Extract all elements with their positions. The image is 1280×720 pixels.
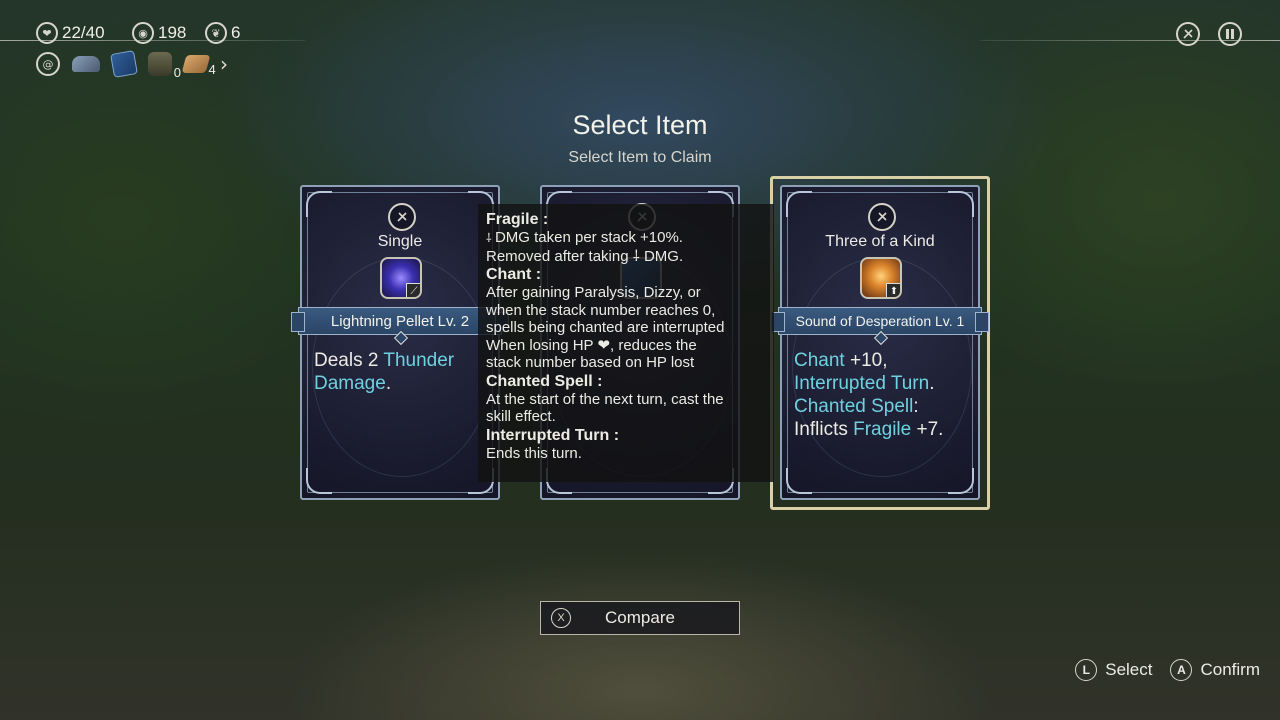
upgrade-arrow-icon: ⬆ <box>886 283 900 297</box>
item-card-1[interactable]: Single ⟋ Lightning Pellet Lv. 2 Deals 2 … <box>291 185 509 500</box>
heart-icon: ❤ <box>36 22 58 44</box>
x-button-icon: X <box>551 608 571 628</box>
card-type: Single <box>377 233 423 250</box>
pause-button[interactable] <box>1218 22 1242 46</box>
page-title: Select Item <box>572 110 708 140</box>
potion-icon[interactable]: 0 <box>148 52 181 80</box>
card-name: Sound of Desperation Lv. 1 <box>795 313 965 329</box>
wand-small-icon: ⸸ <box>486 231 495 245</box>
confirm-prompt-label[interactable]: Confirm <box>1200 660 1260 680</box>
leaf-icon: ❦ <box>205 22 227 44</box>
gold-value: 198 <box>158 23 187 42</box>
tooltip-term: Fragile : <box>486 211 549 228</box>
a-button-icon: A <box>1170 659 1193 681</box>
spellbook-icon[interactable] <box>110 50 138 78</box>
leaf-stat: ❦ 6 <box>205 22 240 44</box>
plank-count: 4 <box>208 62 216 77</box>
pause-icon <box>1226 29 1234 39</box>
page-subtitle: Select Item to Claim <box>568 149 712 166</box>
card-category-icon <box>868 203 896 231</box>
tooltip-term: Chanted Spell : <box>486 372 603 390</box>
compare-label: Compare <box>605 608 675 627</box>
hp-value: 22/40 <box>62 23 105 42</box>
relic-bar: @ 0 4 › <box>36 50 228 80</box>
lightning-orb-icon: ⟋ <box>380 257 422 299</box>
deck-view-button[interactable] <box>1176 22 1200 46</box>
wand-badge-icon: ⟋ <box>406 283 420 297</box>
wood-plank-icon[interactable]: 4 <box>181 55 216 77</box>
controller-prompts: L Select A Confirm <box>1075 659 1260 681</box>
crossed-wand-icon <box>1183 29 1193 39</box>
card-description: Chant +10, Interrupted Turn. Chanted Spe… <box>794 350 944 440</box>
skull-flame-icon: ⬆ <box>860 257 902 299</box>
ship-icon[interactable] <box>72 56 100 72</box>
card-type: Three of a Kind <box>825 233 935 250</box>
select-prompt-label[interactable]: Select <box>1105 660 1152 680</box>
card-category-icon <box>388 203 416 231</box>
spiral-icon[interactable]: @ <box>36 52 60 76</box>
keyword-tooltip: Fragile : ⸸ DMG taken per stack +10%. Re… <box>478 204 774 482</box>
compare-button[interactable]: X Compare <box>540 601 740 635</box>
relic-more-chevron-icon[interactable]: › <box>220 52 228 76</box>
leaf-value: 6 <box>231 23 241 42</box>
item-card-3[interactable]: Three of a Kind ⬆ Sound of Desperation L… <box>771 185 989 500</box>
left-stick-icon: L <box>1075 659 1098 681</box>
card-name: Lightning Pellet Lv. 2 <box>330 312 470 330</box>
coin-icon: ◉ <box>132 22 154 44</box>
card-description: Deals 2 Thunder Damage. <box>314 350 455 394</box>
potion-count: 0 <box>173 65 181 80</box>
tooltip-term: Interrupted Turn : <box>486 426 620 444</box>
tooltip-term: Chant : <box>486 266 542 283</box>
hp-stat: ❤ 22/40 <box>36 22 105 44</box>
gold-stat: ◉ 198 <box>132 22 186 44</box>
